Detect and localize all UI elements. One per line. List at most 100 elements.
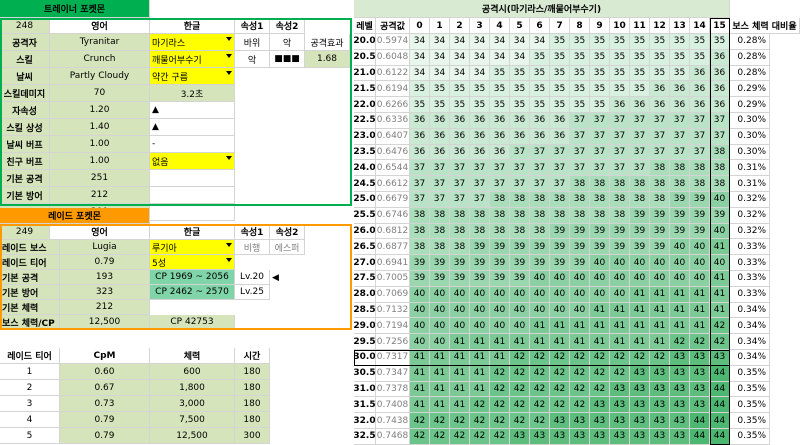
grid-cell: 40 (690, 255, 710, 271)
grid-cell: 40 (550, 286, 570, 303)
grid-row-level: 21.0 (354, 65, 376, 82)
chevron-down-icon[interactable] (226, 54, 232, 58)
grid-cell: 37 (690, 113, 710, 129)
chevron-down-icon[interactable] (226, 156, 232, 160)
raid-header-t1: 속성1 (235, 224, 270, 240)
raid-row-ko-select[interactable]: 5성 (150, 255, 235, 270)
raid-header-ko: 한글 (150, 224, 235, 240)
grid-row-level: 25.5 (354, 207, 376, 224)
grid-cell: 35 (690, 34, 710, 50)
grid-cell: 40 (410, 334, 430, 350)
grid-cell: 43 (650, 365, 670, 382)
grid-cell: 44 (710, 365, 730, 382)
grid-cell: 34 (490, 49, 510, 66)
grid-cell: 42 (570, 381, 590, 398)
grid-cell: 43 (590, 429, 610, 445)
grid-cell: 38 (570, 176, 590, 192)
grid-cell: 39 (530, 239, 550, 256)
grid-cell: 43 (650, 381, 670, 398)
grid-cell: 41 (650, 318, 670, 335)
trainer-row-ko-select[interactable]: 없음 (150, 153, 235, 170)
grid-cell: 35 (670, 34, 690, 50)
grid-iv-header: 13 (670, 18, 690, 34)
grid-cell: 41 (450, 350, 470, 366)
grid-cell: 43 (650, 413, 670, 429)
grid-row-cpm: 0.7256 (376, 334, 410, 350)
grid-cell: 40 (650, 255, 670, 271)
grid-row-cpm: 0.6048 (376, 49, 410, 66)
grid-cell: 34 (530, 34, 550, 50)
grid-cell: 43 (630, 365, 650, 382)
grid-cell: 37 (590, 144, 610, 161)
grid-cell: 42 (550, 381, 570, 398)
grid-cell: 36 (690, 97, 710, 113)
grid-cell: 44 (710, 397, 730, 414)
grid-cell: 37 (470, 192, 490, 208)
grid-cell: 35 (450, 81, 470, 98)
grid-cell: 35 (610, 34, 630, 50)
grid-cell: 40 (570, 286, 590, 303)
grid-cell: 40 (490, 302, 510, 319)
trainer-row-ko: 3.2초 (150, 85, 235, 102)
grid-cell: 41 (450, 334, 470, 350)
grid-cell: 36 (490, 128, 510, 145)
grid-row-level: 20.5 (354, 49, 376, 66)
grid-cell: 42 (550, 397, 570, 414)
grid-cell: 41 (650, 334, 670, 350)
tier-row-time: 180 (235, 380, 270, 396)
tier-row-cpm: 0.79 (60, 428, 150, 444)
trainer-row-ko: ▲ (150, 102, 235, 119)
chevron-down-icon[interactable] (226, 71, 232, 75)
grid-cell: 41 (630, 302, 650, 319)
grid-cell: 37 (690, 128, 710, 145)
trainer-row-en: 1.40 (50, 119, 150, 136)
grid-cell: 39 (670, 223, 690, 240)
grid-cell: 34 (510, 49, 530, 66)
raid-row-en: 0.79 (60, 255, 150, 270)
grid-cell: 38 (610, 192, 630, 208)
trainer-row-ko-select[interactable]: 약간 구름 (150, 68, 235, 85)
grid-row-ratio: 0.30% (730, 128, 770, 145)
grid-cell: 38 (450, 223, 470, 240)
trainer-row-ko-empty (150, 187, 235, 204)
trainer-header-en: 영어 (50, 18, 150, 34)
grid-cell: 43 (670, 381, 690, 398)
grid-iv-header: 7 (550, 18, 570, 34)
grid-cell: 43 (670, 397, 690, 414)
grid-cell: 37 (450, 192, 470, 208)
grid-cell: 41 (530, 334, 550, 350)
trainer-row-label: 공격자 (0, 34, 50, 51)
grid-row-level: 31.5 (354, 397, 376, 414)
grid-cell: 42 (710, 334, 730, 350)
grid-row-cpm: 0.6122 (376, 65, 410, 82)
chevron-down-icon[interactable] (226, 258, 232, 262)
chevron-down-icon[interactable] (226, 243, 232, 247)
grid-cell: 39 (550, 239, 570, 256)
trainer-row-ko-select[interactable]: 깨물어부수기 (150, 51, 235, 68)
trainer-row-label: 날씨 버프 (0, 136, 50, 153)
grid-cell: 39 (690, 207, 710, 224)
grid-cell: 39 (490, 271, 510, 287)
grid-cell: 39 (610, 223, 630, 240)
grid-cell: 35 (570, 34, 590, 50)
grid-cell: 35 (590, 49, 610, 66)
grid-cell: 40 (470, 302, 490, 319)
grid-cell: 34 (430, 65, 450, 82)
grid-cell: 40 (710, 255, 730, 271)
grid-cell: 41 (590, 302, 610, 319)
trainer-row-ko-select[interactable]: 마기라스 (150, 34, 235, 51)
grid-cell: 43 (630, 429, 650, 445)
grid-cell: 34 (470, 65, 490, 82)
grid-cell: 41 (450, 397, 470, 414)
raid-row-ko-select[interactable]: 루기아 (150, 240, 235, 255)
chevron-down-icon[interactable] (226, 37, 232, 41)
trainer-row-en: 70 (50, 85, 150, 102)
grid-cell: 35 (530, 65, 550, 82)
grid-cell: 36 (650, 97, 670, 113)
grid-cell: 42 (630, 350, 650, 366)
grid-cell: 35 (550, 81, 570, 98)
grid-cell: 39 (450, 255, 470, 271)
grid-row-level: 30.0 (354, 350, 376, 366)
grid-cell: 35 (550, 49, 570, 66)
grid-row-cpm: 0.6812 (376, 223, 410, 240)
